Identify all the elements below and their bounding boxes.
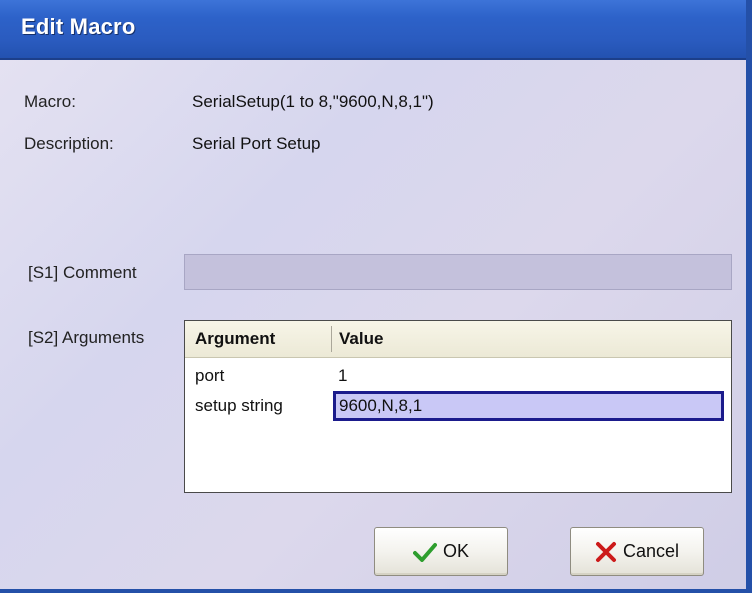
comment-field[interactable] [184, 254, 732, 290]
window-frame-right [746, 0, 752, 593]
cancel-button[interactable]: Cancel [570, 527, 704, 576]
description-value: Serial Port Setup [192, 134, 321, 153]
grid-header: Argument Value [185, 321, 731, 358]
column-header-argument[interactable]: Argument [195, 329, 275, 349]
column-divider[interactable] [331, 326, 332, 352]
title-bar[interactable]: Edit Macro [0, 0, 752, 60]
arguments-label: [S2] Arguments [28, 328, 145, 347]
setup-string-value-editor[interactable] [333, 391, 724, 421]
edit-macro-dialog: Edit Macro Macro: SerialSetup(1 to 8,"96… [0, 0, 752, 593]
macro-value: SerialSetup(1 to 8,"9600,N,8,1") [192, 92, 434, 111]
ok-button[interactable]: OK [374, 527, 508, 576]
x-icon [595, 541, 616, 562]
column-header-value[interactable]: Value [339, 329, 383, 349]
description-label: Description: [24, 134, 114, 153]
window-frame-bottom [0, 589, 752, 593]
row-port-value[interactable]: 1 [338, 366, 347, 386]
ok-label: OK [442, 541, 469, 561]
arguments-grid[interactable]: Argument Value port 1 setup string [184, 320, 732, 493]
cancel-label: Cancel [622, 541, 680, 561]
setup-string-input[interactable] [336, 394, 721, 418]
window-title: Edit Macro [21, 14, 136, 39]
comment-label: [S1] Comment [28, 263, 137, 282]
row-port-argument[interactable]: port [195, 366, 224, 386]
checkmark-icon [412, 542, 437, 562]
macro-label: Macro: [24, 92, 76, 111]
row-setup-string-argument[interactable]: setup string [195, 396, 283, 416]
